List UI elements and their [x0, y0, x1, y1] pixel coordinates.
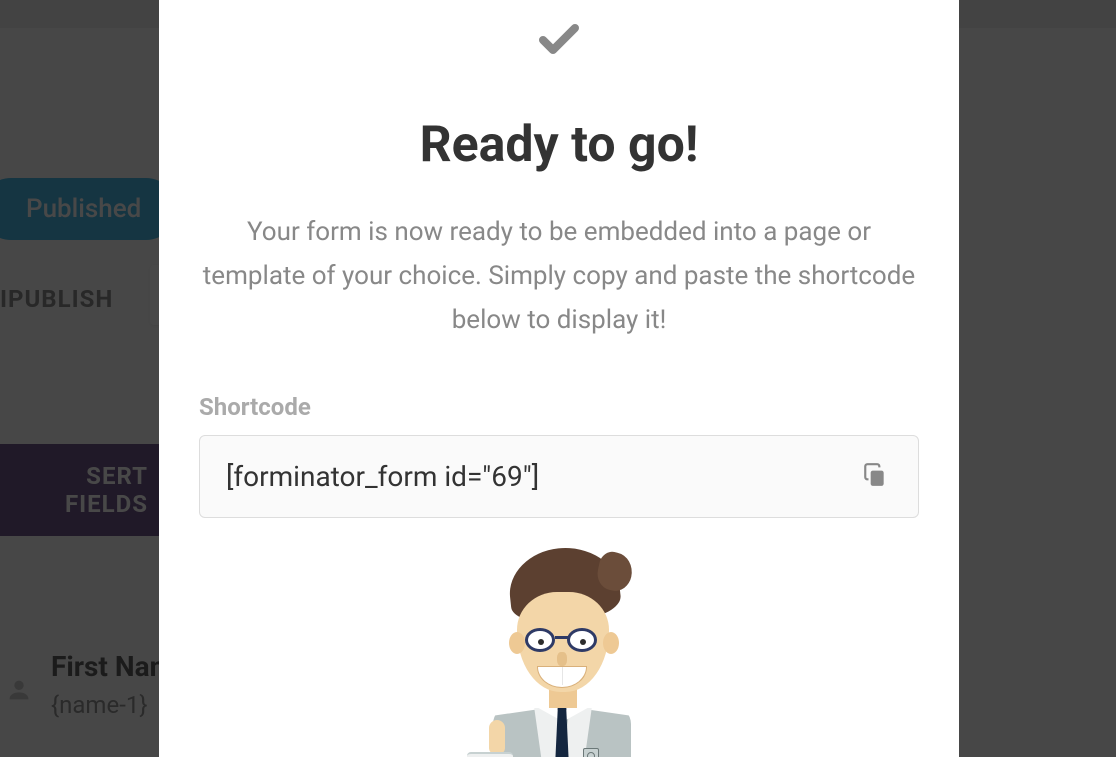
shortcode-label: Shortcode: [199, 393, 919, 421]
ready-modal: Ready to go! Your form is now ready to b…: [159, 0, 959, 757]
modal-description: Your form is now ready to be embedded in…: [199, 210, 919, 343]
copy-shortcode-button[interactable]: [858, 458, 892, 495]
check-icon: [199, 14, 919, 62]
modal-title: Ready to go!: [199, 116, 919, 174]
shortcode-value[interactable]: [forminator_form id="69"]: [226, 460, 838, 493]
shortcode-box: [forminator_form id="69"]: [199, 435, 919, 518]
mascot-illustration: [199, 548, 919, 757]
copy-icon: [862, 476, 888, 491]
